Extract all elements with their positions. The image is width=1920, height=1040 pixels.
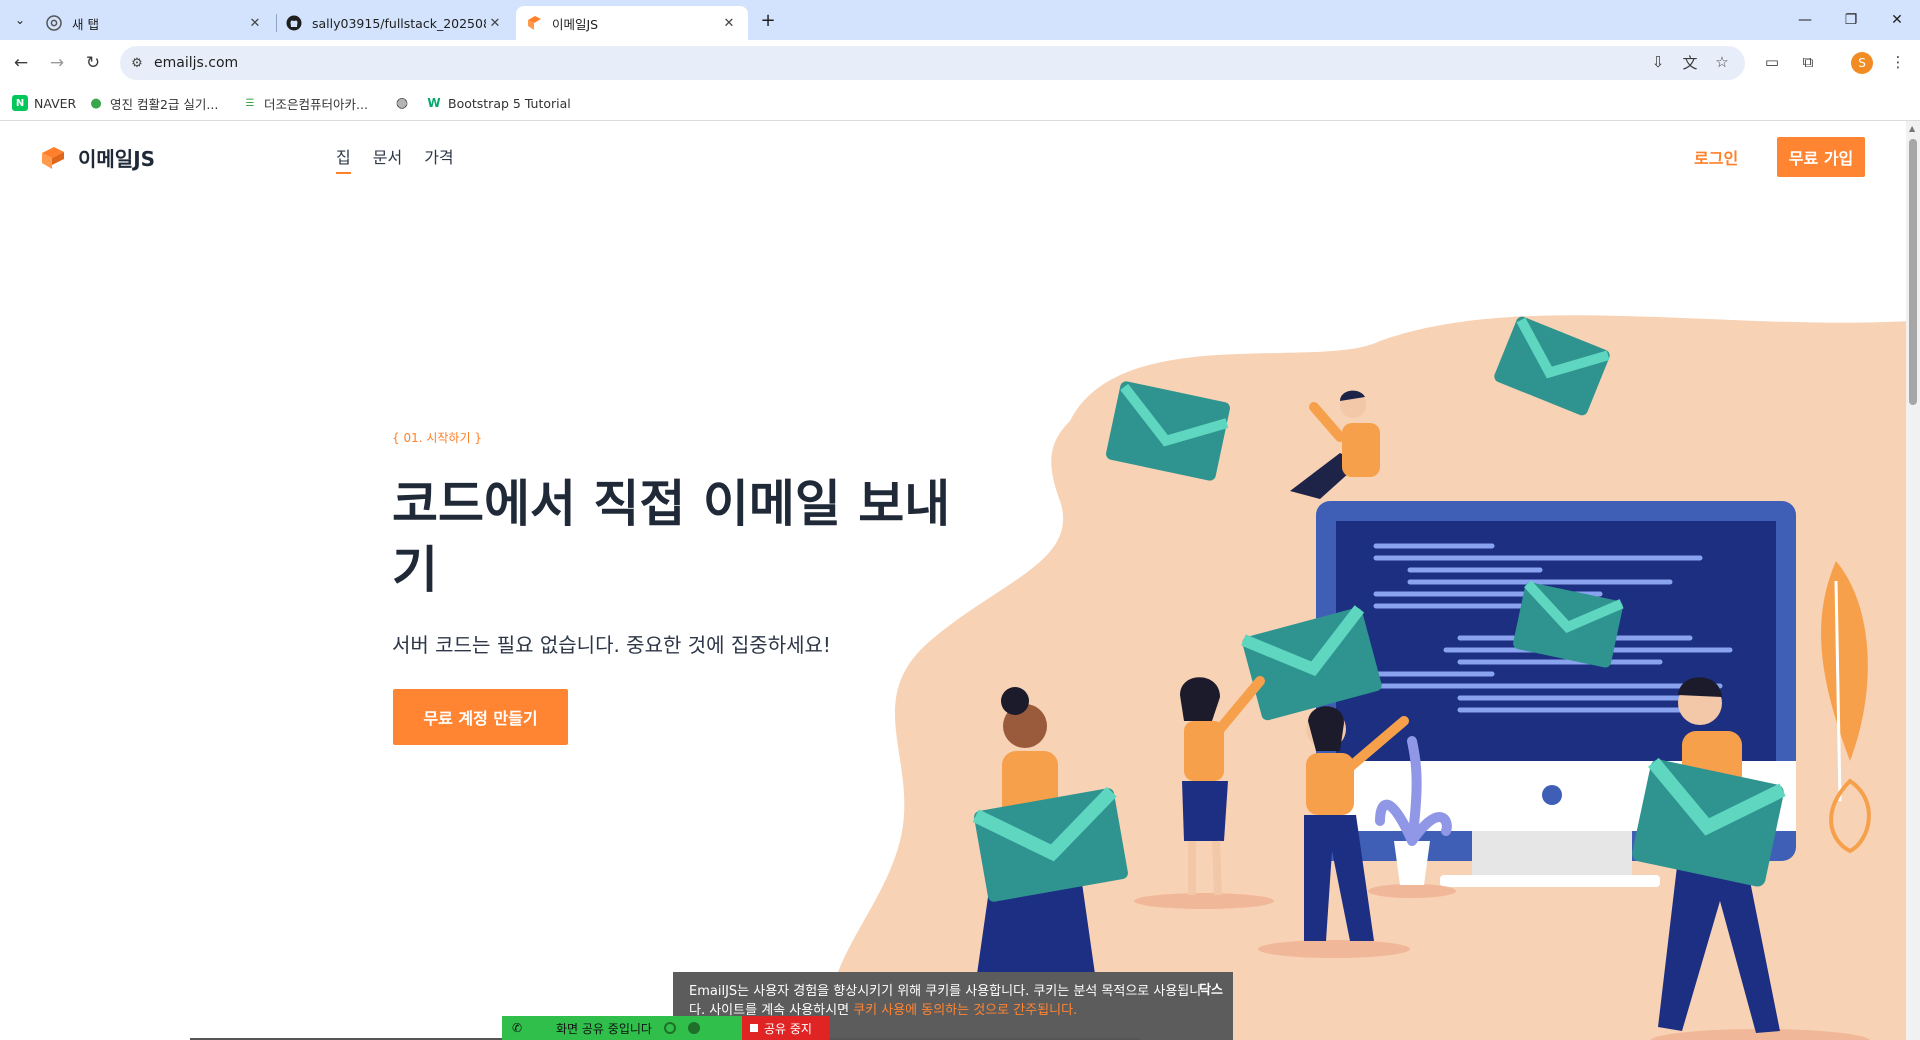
translate-icon[interactable]: 文 bbox=[1678, 50, 1702, 74]
tab-new-tab[interactable]: 새 탭 ✕ bbox=[36, 6, 274, 40]
phone-icon: ✆ bbox=[512, 1021, 523, 1035]
forward-button[interactable]: → bbox=[42, 48, 72, 78]
monitor-stand bbox=[1472, 831, 1632, 877]
nav-docs[interactable]: 문서 bbox=[373, 144, 402, 174]
hero-title: 코드에서 직접 이메일 보내기 bbox=[392, 475, 951, 599]
reload-button[interactable]: ↻ bbox=[78, 48, 108, 78]
browser-toolbar: ← → ↻ ⚙ emailjs.com ⇩ 文 ☆ ▭ ⧉ S ⋮ bbox=[0, 40, 1920, 85]
github-icon bbox=[286, 15, 302, 31]
chrome-icon bbox=[46, 15, 62, 31]
bookmark-label: 영진 컴활2급 실기... bbox=[110, 96, 219, 112]
restore-button[interactable]: ❐ bbox=[1828, 0, 1874, 40]
monitor-power-led bbox=[1542, 785, 1562, 805]
scrollbar-thumb[interactable] bbox=[1909, 139, 1917, 405]
tab-emailjs[interactable]: 이메일JS ✕ bbox=[516, 6, 748, 40]
scroll-up-arrow-icon[interactable]: ▲ bbox=[1909, 124, 1915, 133]
signup-button[interactable]: 무료 가입 bbox=[1777, 137, 1865, 177]
tab-title: 새 탭 bbox=[72, 16, 99, 32]
profile-avatar[interactable]: S bbox=[1851, 52, 1873, 74]
globe-icon: ◍ bbox=[395, 95, 409, 111]
screen-share-label: 화면 공유 중입니다 bbox=[556, 1021, 652, 1036]
tab-title: 이메일JS bbox=[552, 16, 599, 32]
cookie-dismiss-button[interactable]: 닥스 bbox=[1199, 981, 1223, 1000]
stop-sharing-label: 공유 중지 bbox=[764, 1021, 812, 1036]
create-account-button[interactable]: 무료 계정 만들기 bbox=[393, 689, 568, 745]
bookmark-bootstrap[interactable]: W Bootstrap 5 Tutorial bbox=[426, 93, 571, 113]
new-tab-button[interactable]: + bbox=[756, 8, 780, 32]
shield-icon[interactable] bbox=[687, 1022, 700, 1034]
close-window-button[interactable]: ✕ bbox=[1874, 0, 1920, 40]
nav-pricing[interactable]: 가격 bbox=[424, 144, 453, 174]
screen-share-bar: ✆ 화면 공유 중입니다 공유 중지 bbox=[502, 1016, 830, 1040]
menu-kebab-icon[interactable]: ⋮ bbox=[1886, 50, 1910, 74]
w3schools-icon: W bbox=[427, 96, 441, 110]
screen-share-status: ✆ 화면 공유 중입니다 bbox=[502, 1016, 742, 1040]
minimize-button[interactable]: — bbox=[1782, 0, 1828, 40]
stop-icon bbox=[750, 1024, 758, 1032]
bookmark-label: Bootstrap 5 Tutorial bbox=[448, 95, 571, 111]
hero-kicker: { 01. 시작하기 } bbox=[392, 431, 482, 445]
login-link[interactable]: 로그인 bbox=[1694, 145, 1738, 169]
pause-icon[interactable] bbox=[663, 1022, 676, 1034]
main-nav: 집 문서 가격 bbox=[336, 144, 476, 174]
tab-github[interactable]: sally03915/fullstack_20250825 ✕ bbox=[276, 6, 514, 40]
bookmark-naver[interactable]: N NAVER bbox=[12, 93, 76, 113]
bookmark-star-icon[interactable]: ☆ bbox=[1710, 50, 1734, 74]
hero-subtitle: 서버 코드는 필요 없습니다. 중요한 것에 집중하세요! bbox=[392, 633, 831, 657]
site-logo[interactable]: 이메일JS bbox=[40, 143, 155, 172]
brand-name: 이메일JS bbox=[78, 147, 156, 171]
address-bar[interactable]: ⚙ emailjs.com bbox=[120, 46, 1745, 80]
arrow-left-icon: ← bbox=[13, 53, 29, 73]
bookmark-academy[interactable]: ☰ 더조은컴퓨터아카... bbox=[242, 93, 368, 113]
back-button[interactable]: ← bbox=[6, 48, 36, 78]
cast-icon[interactable]: ▭ bbox=[1760, 50, 1784, 74]
tab-title: sally03915/fullstack_20250825 bbox=[312, 15, 486, 31]
naver-icon: N bbox=[12, 95, 28, 111]
url-text[interactable]: emailjs.com bbox=[154, 55, 238, 71]
tab-list-button[interactable]: ⌄ bbox=[8, 8, 32, 32]
install-app-icon[interactable]: ⇩ bbox=[1646, 50, 1670, 74]
bookmarks-bar: N NAVER ● 영진 컴활2급 실기... ☰ 더조은컴퓨터아카... ◍ … bbox=[0, 85, 1920, 121]
tab-close-icon[interactable]: ✕ bbox=[720, 14, 738, 32]
emailjs-logo-icon bbox=[528, 16, 541, 30]
bookmark-youngjin[interactable]: ● 영진 컴활2급 실기... bbox=[88, 93, 218, 113]
bookmark-label: 더조은컴퓨터아카... bbox=[264, 96, 368, 112]
leaf-icon: ● bbox=[90, 95, 102, 111]
reload-icon: ↻ bbox=[85, 53, 101, 73]
nav-home[interactable]: 집 bbox=[336, 144, 351, 174]
page-scrollbar[interactable]: ▲ bbox=[1906, 121, 1920, 1040]
tab-close-icon[interactable]: ✕ bbox=[246, 14, 264, 32]
page-viewport: 이메일JS 집 문서 가격 로그인 무료 가입 { 01. 시작하기 } 코드에… bbox=[0, 121, 1906, 1040]
stop-sharing-button[interactable]: 공유 중지 bbox=[742, 1016, 830, 1040]
extensions-icon[interactable]: ⧉ bbox=[1796, 50, 1820, 74]
bookmark-label: NAVER bbox=[34, 95, 77, 111]
site-info-icon[interactable]: ⚙ bbox=[120, 46, 154, 80]
bookmark-globe[interactable]: ◍ bbox=[394, 93, 416, 113]
monitor-base bbox=[1440, 875, 1660, 887]
emailjs-logo-icon bbox=[42, 146, 64, 169]
browser-tab-strip: ⌄ 새 탭 ✕ sally03915/fullstack_20250825 ✕ … bbox=[0, 0, 1920, 40]
school-icon: ☰ bbox=[245, 97, 255, 109]
cookie-consent-link[interactable]: 쿠키 사용에 동의하는 것으로 간주됩니다. bbox=[853, 1003, 1077, 1018]
hero-illustration bbox=[829, 315, 1906, 1040]
tab-close-icon[interactable]: ✕ bbox=[486, 14, 504, 32]
arrow-right-icon: → bbox=[49, 53, 65, 73]
